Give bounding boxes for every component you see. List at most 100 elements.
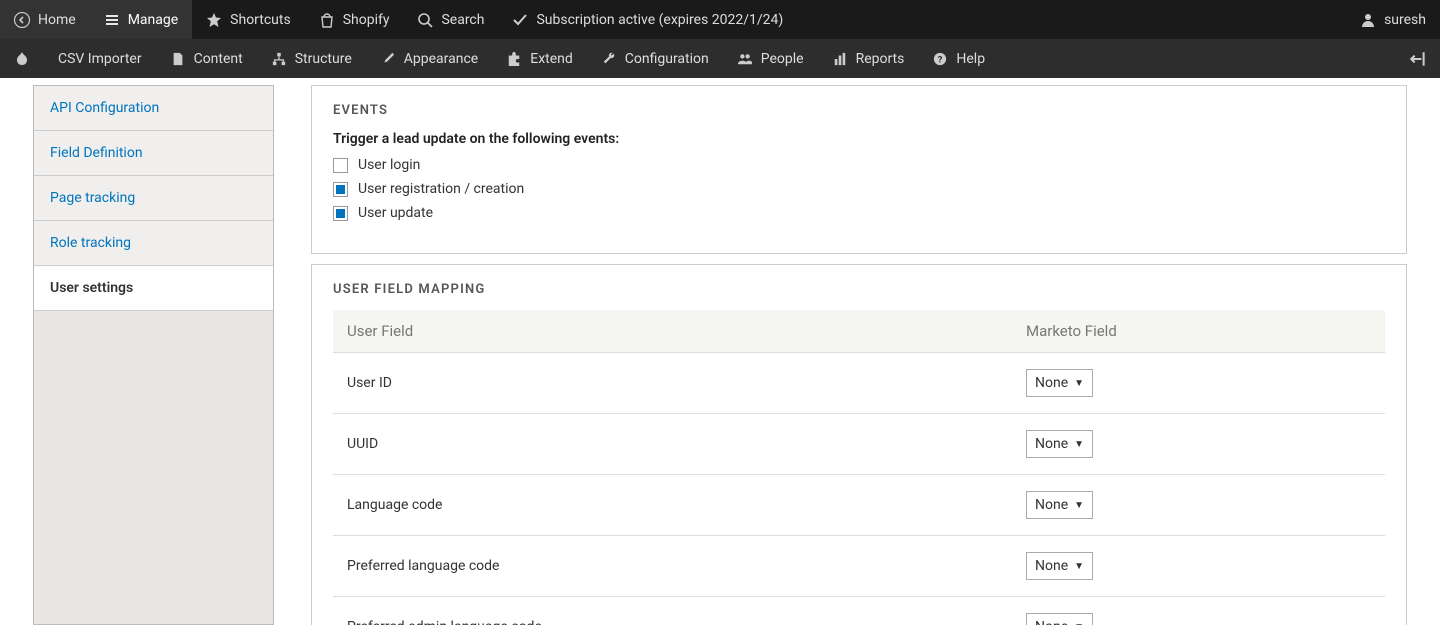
extend-label: Extend bbox=[530, 51, 573, 67]
chevron-down-icon: ▼ bbox=[1074, 439, 1084, 450]
sidebar-tab[interactable]: Page tracking bbox=[34, 176, 273, 221]
marketo-field-cell: None ▼ bbox=[1026, 491, 1371, 519]
marketo-field-select[interactable]: None ▼ bbox=[1026, 552, 1093, 580]
top-toolbar: Home Manage Shortcuts Shopify Search Sub… bbox=[0, 0, 1440, 39]
chevron-down-icon: ▼ bbox=[1074, 622, 1084, 625]
extend-link[interactable]: Extend bbox=[492, 39, 587, 78]
manage-button[interactable]: Manage bbox=[90, 0, 192, 39]
menu-icon bbox=[104, 12, 120, 28]
configuration-link[interactable]: Configuration bbox=[587, 39, 723, 78]
puzzle-icon bbox=[506, 51, 522, 67]
checkbox-row: User update bbox=[333, 205, 1385, 221]
back-icon bbox=[14, 12, 30, 28]
drupal-home-button[interactable] bbox=[0, 39, 44, 78]
user-field-label: Preferred language code bbox=[347, 558, 1026, 574]
home-label: Home bbox=[38, 12, 76, 28]
collapse-icon[interactable] bbox=[1409, 50, 1427, 68]
people-link[interactable]: People bbox=[723, 39, 818, 78]
manage-label: Manage bbox=[128, 12, 178, 28]
shortcuts-button[interactable]: Shortcuts bbox=[192, 0, 305, 39]
user-icon bbox=[1360, 12, 1376, 28]
reports-label: Reports bbox=[856, 51, 905, 67]
mapping-table: User Field Marketo Field User ID None ▼ UUI… bbox=[333, 310, 1385, 625]
search-button[interactable]: Search bbox=[403, 0, 498, 39]
appearance-label: Appearance bbox=[404, 51, 478, 67]
search-label: Search bbox=[441, 12, 484, 28]
select-value: None bbox=[1035, 558, 1068, 574]
people-icon bbox=[737, 51, 753, 67]
events-desc: Trigger a lead update on the following e… bbox=[333, 131, 1385, 147]
csv-importer-link[interactable]: CSV Importer bbox=[44, 39, 156, 78]
user-field-label: Preferred admin language code bbox=[347, 619, 1026, 625]
subscription-label: Subscription active (expires 2022/1/24) bbox=[536, 12, 783, 28]
select-value: None bbox=[1035, 375, 1068, 391]
check-icon bbox=[512, 12, 528, 28]
user-menu[interactable]: suresh bbox=[1346, 0, 1440, 39]
marketo-field-select[interactable]: None ▼ bbox=[1026, 369, 1093, 397]
chevron-down-icon: ▼ bbox=[1074, 500, 1084, 511]
structure-label: Structure bbox=[295, 51, 352, 67]
sidebar-tab[interactable]: Role tracking bbox=[34, 221, 273, 266]
select-value: None bbox=[1035, 497, 1068, 513]
table-row: UUID None ▼ bbox=[333, 414, 1385, 475]
chevron-down-icon: ▼ bbox=[1074, 561, 1084, 572]
select-value: None bbox=[1035, 436, 1068, 452]
checkbox-label: User login bbox=[358, 157, 420, 173]
content-link[interactable]: Content bbox=[156, 39, 257, 78]
marketo-field-select[interactable]: None▼ bbox=[1026, 613, 1093, 625]
th-marketo-field: Marketo Field bbox=[1026, 322, 1371, 340]
structure-icon bbox=[271, 51, 287, 67]
table-row: User ID None ▼ bbox=[333, 353, 1385, 414]
tabs-sidebar: API ConfigurationField DefinitionPage tr… bbox=[33, 85, 274, 625]
barchart-icon bbox=[832, 51, 848, 67]
marketo-field-select[interactable]: None ▼ bbox=[1026, 491, 1093, 519]
sidebar-tab[interactable]: Field Definition bbox=[34, 131, 273, 176]
marketo-field-cell: None ▼ bbox=[1026, 552, 1371, 580]
content-area: API ConfigurationField DefinitionPage tr… bbox=[0, 78, 1440, 625]
checkbox[interactable] bbox=[333, 206, 348, 221]
sidebar-tab[interactable]: API Configuration bbox=[34, 86, 273, 131]
csv-importer-label: CSV Importer bbox=[58, 51, 142, 67]
content-label: Content bbox=[194, 51, 243, 67]
shopify-button[interactable]: Shopify bbox=[305, 0, 404, 39]
events-title: EVENTS bbox=[333, 103, 1385, 118]
marketo-field-select[interactable]: None ▼ bbox=[1026, 430, 1093, 458]
brush-icon bbox=[380, 51, 396, 67]
checkbox[interactable] bbox=[333, 182, 348, 197]
mapping-panel: USER FIELD MAPPING User Field Marketo Fi… bbox=[311, 264, 1407, 625]
table-header: User Field Marketo Field bbox=[333, 310, 1385, 353]
user-field-label: UUID bbox=[347, 436, 1026, 452]
username-label: suresh bbox=[1384, 12, 1426, 28]
user-field-label: User ID bbox=[347, 375, 1026, 391]
bag-icon bbox=[319, 12, 335, 28]
events-panel: EVENTS Trigger a lead update on the foll… bbox=[311, 85, 1407, 254]
home-button[interactable]: Home bbox=[0, 0, 90, 39]
table-row: Language code None ▼ bbox=[333, 475, 1385, 536]
help-label: Help bbox=[956, 51, 985, 67]
subscription-status[interactable]: Subscription active (expires 2022/1/24) bbox=[498, 0, 797, 39]
th-user-field: User Field bbox=[347, 322, 1026, 340]
sidebar-tab[interactable]: User settings bbox=[34, 266, 273, 311]
user-field-label: Language code bbox=[347, 497, 1026, 513]
search-icon bbox=[417, 12, 433, 28]
main-panel: EVENTS Trigger a lead update on the foll… bbox=[274, 78, 1440, 625]
configuration-label: Configuration bbox=[625, 51, 709, 67]
drupal-icon bbox=[14, 51, 30, 67]
svg-text:?: ? bbox=[938, 54, 943, 65]
marketo-field-cell: None ▼ bbox=[1026, 369, 1371, 397]
mapping-title: USER FIELD MAPPING bbox=[333, 282, 1385, 297]
appearance-link[interactable]: Appearance bbox=[366, 39, 492, 78]
chevron-down-icon: ▼ bbox=[1074, 378, 1084, 389]
help-icon: ? bbox=[932, 51, 948, 67]
checkbox-row: User login bbox=[333, 157, 1385, 173]
reports-link[interactable]: Reports bbox=[818, 39, 919, 78]
checkbox-label: User registration / creation bbox=[358, 181, 524, 197]
help-link[interactable]: ? Help bbox=[918, 39, 999, 78]
structure-link[interactable]: Structure bbox=[257, 39, 366, 78]
marketo-field-cell: None ▼ bbox=[1026, 430, 1371, 458]
checkbox[interactable] bbox=[333, 158, 348, 173]
people-label: People bbox=[761, 51, 804, 67]
shopify-label: Shopify bbox=[343, 12, 390, 28]
table-row: Preferred language code None ▼ bbox=[333, 536, 1385, 597]
checkbox-row: User registration / creation bbox=[333, 181, 1385, 197]
